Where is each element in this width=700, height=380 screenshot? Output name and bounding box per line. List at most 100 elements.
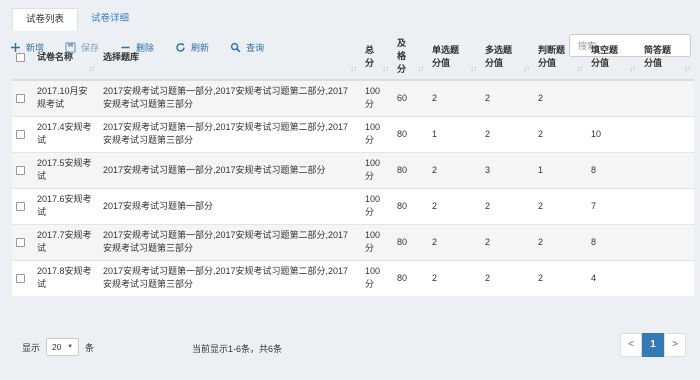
column-header-short[interactable]: 简答题分值 ↓↑ bbox=[639, 34, 694, 81]
cell-blank: 4 bbox=[586, 259, 639, 296]
cell-short bbox=[639, 151, 694, 188]
cell-multi: 2 bbox=[480, 187, 533, 224]
row-select-cell bbox=[12, 259, 32, 296]
row-select-cell bbox=[12, 115, 32, 152]
select-all-cell bbox=[12, 34, 32, 81]
cell-multi: 2 bbox=[480, 223, 533, 260]
column-header-name[interactable]: 试卷名称 ↓↑ bbox=[32, 34, 98, 81]
pagination: < 1 > bbox=[620, 333, 686, 357]
table-row[interactable]: 2017.8安规考试 2017安规考试习题第一部分,2017安规考试习题第二部分… bbox=[12, 259, 694, 296]
column-header-blank[interactable]: 填空题分值 ↓↑ bbox=[586, 34, 639, 81]
cell-multi: 2 bbox=[480, 79, 533, 116]
prev-page-button[interactable]: < bbox=[620, 333, 642, 357]
table-header-row: 试卷名称 ↓↑ 选择题库 ↓↑ 总分 ↓↑ 及格分 ↓↑ 单选题分值 ↓↑ 多选题分值 ↓↑… bbox=[12, 34, 694, 81]
cell-total: 100分 bbox=[360, 223, 392, 260]
column-header-name-label: 试卷名称 bbox=[37, 52, 74, 62]
cell-judge: 2 bbox=[533, 79, 586, 116]
column-header-single[interactable]: 单选题分值 ↓↑ bbox=[427, 34, 480, 81]
cell-total: 100分 bbox=[360, 151, 392, 188]
cell-short bbox=[639, 115, 694, 152]
page-size-control: 显示 20 ▼ 条 bbox=[22, 338, 94, 356]
cell-bank: 2017安规考试习题第一部分,2017安规考试习题第二部分,2017安规考试习题… bbox=[98, 223, 360, 260]
column-header-pass[interactable]: 及格分 ↓↑ bbox=[392, 34, 427, 81]
row-checkbox[interactable] bbox=[16, 165, 25, 175]
cell-judge: 2 bbox=[533, 259, 586, 296]
page-size-select[interactable]: 20 ▼ bbox=[46, 338, 80, 356]
column-header-single-label: 单选题分值 bbox=[432, 44, 460, 68]
table-row[interactable]: 2017.6安规考试 2017安规考试习题第一部分 100分 80 2 2 2 … bbox=[12, 187, 694, 224]
unit-label: 条 bbox=[85, 342, 95, 353]
paper-table: 试卷名称 ↓↑ 选择题库 ↓↑ 总分 ↓↑ 及格分 ↓↑ 单选题分值 ↓↑ 多选题分值 ↓↑… bbox=[12, 34, 694, 296]
row-checkbox[interactable] bbox=[16, 129, 25, 139]
sort-icon: ↓↑ bbox=[576, 64, 583, 73]
cell-multi: 2 bbox=[480, 259, 533, 296]
cell-pass: 60 bbox=[392, 79, 427, 116]
table-body: 2017.10月安规考试 2017安规考试习题第一部分,2017安规考试习题第二… bbox=[12, 79, 694, 296]
cell-short bbox=[639, 79, 694, 116]
caret-down-icon: ▼ bbox=[67, 344, 74, 350]
column-header-blank-label: 填空题分值 bbox=[591, 44, 619, 68]
cell-name: 2017.4安规考试 bbox=[32, 115, 98, 152]
column-header-total-label: 总分 bbox=[365, 44, 375, 68]
row-select-cell bbox=[12, 223, 32, 260]
cell-single: 2 bbox=[427, 223, 480, 260]
row-checkbox[interactable] bbox=[16, 201, 25, 211]
sort-icon: ↓↑ bbox=[382, 64, 389, 73]
table-row[interactable]: 2017.7安规考试 2017安规考试习题第一部分,2017安规考试习题第二部分… bbox=[12, 223, 694, 260]
column-header-total[interactable]: 总分 ↓↑ bbox=[360, 34, 392, 81]
cell-judge: 2 bbox=[533, 223, 586, 260]
sort-icon: ↓↑ bbox=[523, 64, 530, 73]
tab-paper-detail[interactable]: 试卷详细 bbox=[78, 8, 142, 32]
cell-blank: 8 bbox=[586, 151, 639, 188]
cell-judge: 2 bbox=[533, 115, 586, 152]
column-header-judge[interactable]: 判断题分值 ↓↑ bbox=[533, 34, 586, 81]
cell-bank: 2017安规考试习题第一部分,2017安规考试习题第二部分 bbox=[98, 151, 360, 188]
cell-bank: 2017安规考试习题第一部分,2017安规考试习题第二部分,2017安规考试习题… bbox=[98, 79, 360, 116]
select-all-checkbox[interactable] bbox=[16, 52, 25, 62]
table-row[interactable]: 2017.5安规考试 2017安规考试习题第一部分,2017安规考试习题第二部分… bbox=[12, 151, 694, 188]
page-size-value: 20 bbox=[52, 342, 62, 352]
tab-paper-list[interactable]: 试卷列表 bbox=[12, 8, 79, 32]
row-select-cell bbox=[12, 187, 32, 224]
row-select-cell bbox=[12, 151, 32, 188]
cell-total: 100分 bbox=[360, 115, 392, 152]
cell-single: 1 bbox=[427, 115, 480, 152]
cell-short bbox=[639, 259, 694, 296]
column-header-pass-label: 及格分 bbox=[397, 38, 407, 74]
cell-pass: 80 bbox=[392, 223, 427, 260]
cell-judge: 1 bbox=[533, 151, 586, 188]
cell-short bbox=[639, 187, 694, 224]
cell-multi: 3 bbox=[480, 151, 533, 188]
app-frame: 试卷列表 试卷详细 新增 保存 删除 刷新 查询 搜索 试卷名称 ↓↑ 选择题库… bbox=[0, 0, 700, 380]
column-header-multi[interactable]: 多选题分值 ↓↑ bbox=[480, 34, 533, 81]
row-checkbox[interactable] bbox=[16, 273, 25, 283]
sort-icon: ↓↑ bbox=[629, 64, 636, 73]
cell-short bbox=[639, 223, 694, 260]
cell-name: 2017.8安规考试 bbox=[32, 259, 98, 296]
row-checkbox[interactable] bbox=[16, 93, 25, 103]
table-row[interactable]: 2017.4安规考试 2017安规考试习题第一部分,2017安规考试习题第二部分… bbox=[12, 115, 694, 152]
sort-icon: ↓↑ bbox=[684, 64, 691, 73]
cell-pass: 80 bbox=[392, 187, 427, 224]
show-label: 显示 bbox=[22, 342, 41, 353]
page-button-current[interactable]: 1 bbox=[642, 333, 664, 357]
cell-bank: 2017安规考试习题第一部分,2017安规考试习题第二部分,2017安规考试习题… bbox=[98, 115, 360, 152]
column-header-short-label: 简答题分值 bbox=[644, 44, 672, 68]
cell-blank bbox=[586, 79, 639, 116]
cell-single: 2 bbox=[427, 187, 480, 224]
cell-total: 100分 bbox=[360, 79, 392, 116]
page-info: 当前显示1-6条，共6条 bbox=[192, 344, 283, 354]
next-page-button[interactable]: > bbox=[664, 333, 686, 357]
column-header-bank[interactable]: 选择题库 ↓↑ bbox=[98, 34, 360, 81]
row-select-cell bbox=[12, 79, 32, 116]
cell-blank: 10 bbox=[586, 115, 639, 152]
cell-pass: 80 bbox=[392, 151, 427, 188]
table-row[interactable]: 2017.10月安规考试 2017安规考试习题第一部分,2017安规考试习题第二… bbox=[12, 79, 694, 116]
cell-name: 2017.10月安规考试 bbox=[32, 79, 98, 116]
cell-single: 2 bbox=[427, 259, 480, 296]
cell-name: 2017.5安规考试 bbox=[32, 151, 98, 188]
cell-multi: 2 bbox=[480, 115, 533, 152]
cell-total: 100分 bbox=[360, 259, 392, 296]
row-checkbox[interactable] bbox=[16, 237, 25, 247]
sort-icon: ↓↑ bbox=[470, 64, 477, 73]
